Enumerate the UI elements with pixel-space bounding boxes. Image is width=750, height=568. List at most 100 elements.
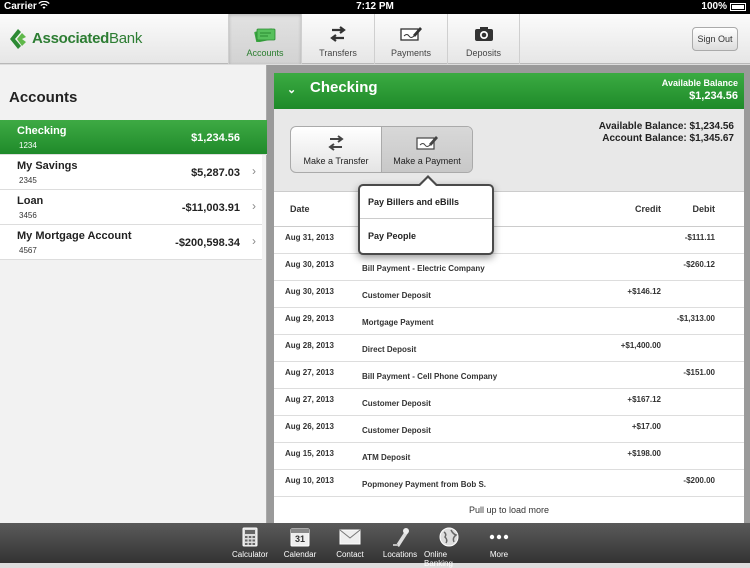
account-name: Loan	[17, 195, 44, 207]
available-balance-text: Available Balance: $1,234.56	[598, 121, 734, 132]
tab-accounts[interactable]: Accounts	[228, 14, 301, 64]
transaction-row[interactable]: Aug 27, 2013 Customer Deposit +$167.12	[274, 389, 744, 416]
action-button-group: Make a Transfer Make a Payment	[290, 126, 473, 173]
transfers-icon	[329, 25, 347, 43]
make-payment-label: Make a Payment	[393, 156, 461, 166]
account-header[interactable]: ⌄ Checking Available Balance $1,234.56	[274, 73, 744, 109]
tab-deposits[interactable]: Deposits	[447, 14, 520, 64]
transaction-date: Aug 30, 2013	[285, 260, 334, 269]
chevron-down-icon[interactable]: ⌄	[287, 83, 296, 96]
account-number: 2345	[19, 176, 37, 185]
transaction-row[interactable]: Aug 30, 2013 Customer Deposit +$146.12	[274, 281, 744, 308]
calendar-badge: 31	[294, 534, 305, 544]
logo-text-rest: Bank	[109, 29, 143, 47]
transaction-date: Aug 26, 2013	[285, 422, 334, 431]
battery-icon	[730, 2, 746, 11]
tab-transfers[interactable]: Transfers	[301, 14, 374, 64]
column-credit: Credit	[634, 204, 661, 214]
payment-check-icon	[416, 133, 438, 153]
account-balance: -$11,003.91	[181, 202, 240, 214]
tab-transfers-label: Transfers	[319, 48, 357, 58]
payments-icon	[400, 25, 422, 43]
locations-label: Locations	[382, 550, 418, 559]
transaction-row[interactable]: Aug 28, 2013 Direct Deposit +$1,400.00	[274, 335, 744, 362]
accounts-sidebar: Accounts Checking 1234 $1,234.56 My Savi…	[0, 65, 278, 523]
transaction-date: Aug 29, 2013	[285, 314, 334, 323]
envelope-icon	[339, 526, 361, 548]
tab-payments[interactable]: Payments	[374, 14, 447, 64]
calculator-icon	[242, 526, 258, 548]
online-banking-label: Online Banking	[424, 550, 453, 568]
account-name: Checking	[17, 125, 67, 137]
sign-out-button[interactable]: Sign Out	[692, 27, 738, 51]
more-label: More	[489, 550, 509, 559]
bank-logo-icon	[10, 29, 26, 49]
make-transfer-label: Make a Transfer	[303, 156, 369, 166]
transaction-date: Aug 31, 2013	[285, 233, 334, 242]
online-banking-button[interactable]: Online Banking	[424, 526, 474, 568]
make-payment-button[interactable]: Make a Payment	[382, 127, 472, 172]
pay-people-option[interactable]: Pay People	[360, 219, 492, 252]
tab-payments-label: Payments	[390, 48, 432, 58]
account-item-mortgage[interactable]: My Mortgage Account 4567 -$200,598.34 ›	[0, 225, 262, 260]
transaction-row[interactable]: Aug 30, 2013 Bill Payment - Electric Comp…	[274, 254, 744, 281]
calendar-label: Calendar	[283, 550, 317, 559]
transaction-description: Mortgage Payment	[362, 318, 434, 327]
pull-to-load-more[interactable]: Pull up to load more	[274, 505, 744, 515]
account-item-loan[interactable]: Loan 3456 -$11,003.91 ›	[0, 190, 262, 225]
transaction-row[interactable]: Aug 31, 2013 -$111.11	[274, 227, 744, 254]
calculator-button[interactable]: Calculator	[225, 526, 275, 559]
action-bar: Make a Transfer Make a Payment Available…	[274, 109, 744, 192]
transaction-date: Aug 27, 2013	[285, 368, 334, 377]
account-detail-panel: ⌄ Checking Available Balance $1,234.56 M…	[274, 73, 744, 523]
account-detail-area: ⌄ Checking Available Balance $1,234.56 M…	[267, 65, 750, 523]
tab-accounts-label: Accounts	[246, 48, 284, 58]
more-button[interactable]: More	[474, 526, 524, 559]
status-bar: Carrier 7:12 PM 100%	[0, 0, 750, 14]
transaction-description: Customer Deposit	[362, 291, 431, 300]
account-item-savings[interactable]: My Savings 2345 $5,287.03 ›	[0, 155, 262, 190]
transaction-description: Direct Deposit	[362, 345, 417, 354]
tab-deposits-label: Deposits	[465, 48, 501, 58]
main-tabs: Accounts Transfers Payments Deposits	[228, 14, 520, 64]
make-transfer-button[interactable]: Make a Transfer	[291, 127, 382, 172]
transaction-date: Aug 15, 2013	[285, 449, 334, 458]
transaction-debit: -$260.12	[683, 260, 715, 269]
available-balance-value: $1,234.56	[689, 90, 738, 102]
transaction-debit: -$200.00	[683, 476, 715, 485]
transaction-credit: +$1,400.00	[620, 341, 661, 350]
column-debit: Debit	[692, 204, 716, 214]
contact-button[interactable]: Contact	[325, 526, 375, 559]
transaction-description: Bill Payment - Electric Company	[362, 264, 485, 273]
account-number: 4567	[19, 246, 37, 255]
transaction-row[interactable]: Aug 10, 2013 Popmoney Payment from Bob S.…	[274, 470, 744, 497]
pay-billers-option[interactable]: Pay Billers and eBills	[360, 186, 492, 219]
account-balance: $1,234.56	[191, 132, 240, 144]
payment-options-popover: Pay Billers and eBills Pay People	[358, 175, 494, 255]
transaction-row[interactable]: Aug 15, 2013 ATM Deposit +$198.00	[274, 443, 744, 470]
balance-summary: Available Balance: $1,234.56 Account Bal…	[599, 121, 734, 145]
bottom-toolbar: Calculator 31 Calendar Contact Locations…	[0, 523, 750, 568]
calendar-icon: 31	[290, 526, 310, 548]
account-balance-text: Account Balance: $1,345.67	[602, 133, 734, 144]
transaction-debit: -$111.11	[684, 233, 715, 242]
account-item-checking[interactable]: Checking 1234 $1,234.56	[0, 120, 278, 155]
transaction-description: Customer Deposit	[362, 399, 431, 408]
deposits-icon	[474, 25, 494, 43]
transaction-credit: +$17.00	[631, 422, 661, 431]
transaction-row[interactable]: Aug 29, 2013 Mortgage Payment -$1,313.00	[274, 308, 744, 335]
transaction-date: Aug 30, 2013	[285, 287, 334, 296]
account-balance: -$200,598.34	[175, 237, 240, 249]
account-number: 1234	[19, 141, 37, 150]
top-nav-bar: AssociatedBank Accounts Transfers Paymen…	[0, 14, 750, 64]
logo-text-bold: Associated	[32, 29, 110, 47]
locations-button[interactable]: Locations	[375, 526, 425, 559]
account-balance: $5,287.03	[191, 167, 240, 179]
clock: 7:12 PM	[356, 1, 394, 12]
calendar-button[interactable]: 31 Calendar	[275, 526, 325, 559]
transaction-row[interactable]: Aug 26, 2013 Customer Deposit +$17.00	[274, 416, 744, 443]
transaction-row[interactable]: Aug 27, 2013 Bill Payment - Cell Phone Co…	[274, 362, 744, 389]
transactions-header: Date Credit Debit	[274, 192, 744, 227]
contact-label: Contact	[336, 550, 364, 559]
transaction-description: Popmoney Payment from Bob S.	[362, 480, 487, 489]
